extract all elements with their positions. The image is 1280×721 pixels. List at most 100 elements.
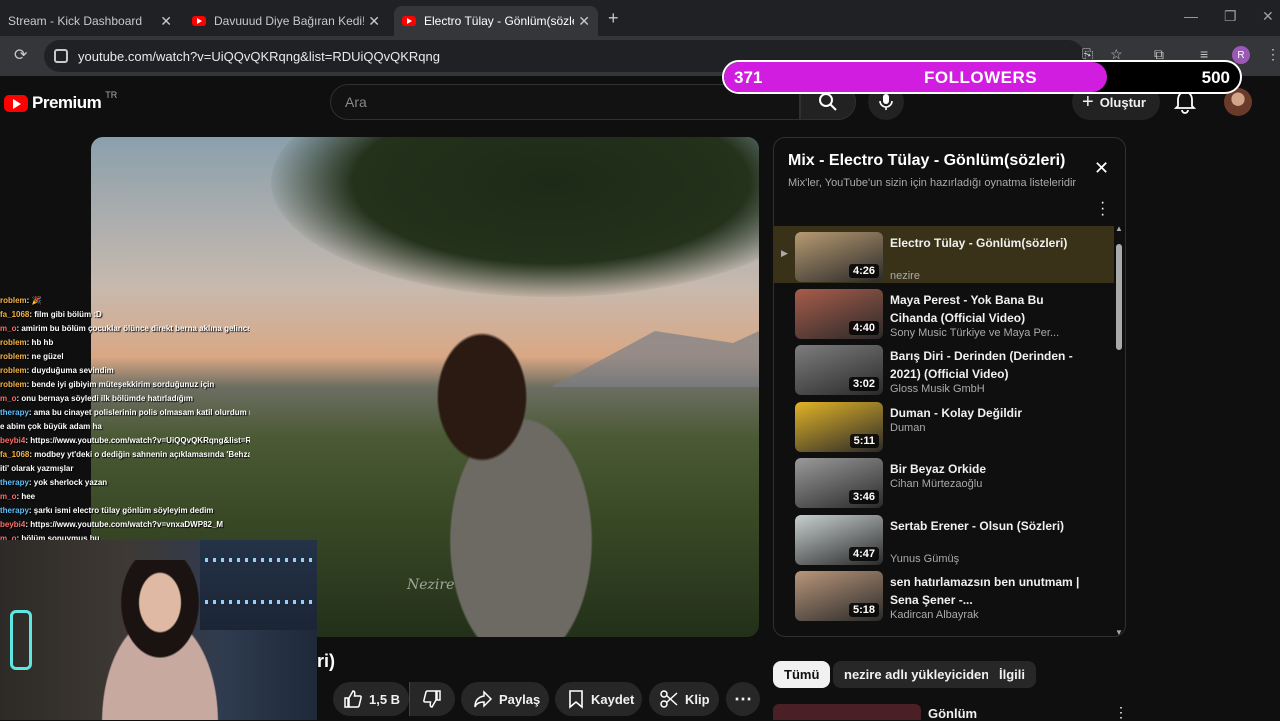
webcam-microphone — [10, 610, 32, 670]
video-thumbnail[interactable]: 5:18 — [795, 571, 883, 621]
chip-all[interactable]: Tümü — [773, 661, 831, 688]
video-title[interactable]: Sertab Erener - Olsun (Sözleri) — [890, 517, 1080, 535]
new-tab-button[interactable]: + — [608, 8, 619, 29]
more-vertical-icon[interactable]: ⋮ — [1114, 704, 1128, 721]
chat-message: m_o: amirim bu bölüm çocuklar ölünce dir… — [0, 322, 250, 336]
video-title[interactable]: Bir Beyaz Orkide — [890, 460, 1080, 478]
video-title[interactable]: Barış Diri - Derinden (Derinden - 2021) … — [890, 347, 1080, 383]
close-icon[interactable]: ✕ — [160, 13, 172, 30]
browser-menu-icon[interactable]: ⋮ — [1266, 46, 1280, 63]
share-button[interactable]: Paylaş — [461, 682, 549, 716]
playlist-subtitle: Mix'ler, YouTube'un sizin için hazırladı… — [788, 177, 1077, 189]
chat-text: : yok sherlock yazan — [28, 478, 108, 487]
reload-icon[interactable]: ⟳ — [14, 45, 27, 65]
chat-text: : bende iyi gibiyim müteşekkirim sorduğu… — [26, 380, 215, 389]
chat-username: roblem — [0, 366, 27, 375]
chat-username: m_o — [0, 324, 17, 333]
channel-name[interactable]: nezire — [890, 270, 920, 282]
more-actions-button[interactable]: ⋯ — [726, 682, 760, 716]
channel-name[interactable]: Gloss Musik GmbH — [890, 383, 985, 395]
channel-name[interactable]: Duman — [890, 422, 925, 434]
chat-text: : https://www.youtube.com/watch?v=vnxaDW… — [25, 520, 224, 529]
tab-kick-dashboard[interactable]: Stream - Kick Dashboard ✕ — [0, 6, 180, 36]
channel-name[interactable]: Sony Music Türkiye ve Maya Per... — [890, 327, 1059, 339]
scroll-down-icon[interactable]: ▼ — [1115, 628, 1123, 636]
webcam-streamer — [70, 560, 250, 720]
chat-text: : ama bu cinayet polislerinin polis olma… — [28, 408, 250, 417]
tab-electro-tulay[interactable]: Electro Tülay - Gönlüm(sözleri) ✕ — [394, 6, 598, 36]
url-text[interactable]: youtube.com/watch?v=UiQQvQKRqng&list=RDU… — [78, 49, 440, 64]
chat-username: therapy — [0, 478, 29, 487]
chat-text: : hee — [16, 492, 36, 501]
close-icon[interactable]: ✕ — [1094, 158, 1109, 179]
dislike-button[interactable] — [409, 682, 455, 716]
video-title[interactable]: Electro Tülay - Gönlüm(sözleri) — [890, 234, 1080, 252]
video-title[interactable]: Duman - Kolay Değildir — [890, 404, 1080, 422]
chat-message: e abim çok büyük adam ha — [0, 420, 250, 434]
video-title[interactable]: Maya Perest - Yok Bana Bu Cihanda (Offic… — [890, 291, 1080, 327]
playlist-item[interactable]: 4:40 Maya Perest - Yok Bana Bu Cihanda (O… — [774, 283, 1114, 340]
like-button[interactable]: 1,5 B — [333, 682, 409, 716]
tab-title: Davuuud Diye Bağıran Kedi!! İz — [214, 14, 364, 28]
more-vertical-icon[interactable]: · · · — [1100, 195, 1105, 223]
scroll-up-icon[interactable]: ▲ — [1115, 224, 1123, 233]
playlist-item[interactable]: 4:47 Sertab Erener - Olsun (Sözleri) Yunus… — [774, 509, 1114, 566]
video-thumbnail[interactable]: 4:26 — [795, 232, 883, 282]
video-thumbnail[interactable]: 4:40 — [795, 288, 883, 339]
site-info-icon[interactable] — [54, 49, 68, 63]
chip-related[interactable]: İlgili — [988, 661, 1036, 688]
maximize-icon[interactable]: ❐ — [1224, 8, 1237, 25]
chat-username: beybi4 — [0, 436, 26, 445]
video-thumbnail[interactable]: 3:02 — [795, 345, 883, 395]
chat-text: : onu bernaya söyledi ilk bölümde hatırl… — [16, 394, 193, 403]
playlist-scrollbar[interactable]: ▲ ▼ — [1115, 224, 1123, 636]
minimize-icon[interactable]: — — [1184, 8, 1198, 24]
playlist-item[interactable]: 3:02 Barış Diri - Derinden (Derinden - 20… — [774, 339, 1114, 396]
chat-text: e abim çok büyük adam ha — [0, 422, 102, 431]
followers-progress-fill — [724, 62, 1107, 92]
video-thumbnail[interactable]: 3:46 — [795, 458, 883, 508]
playlist-item[interactable]: 5:18 sen hatırlamazsın ben unutmam | Sena… — [774, 565, 1114, 622]
video-thumbnail[interactable]: 5:11 — [795, 401, 883, 452]
channel-name[interactable]: Cihan Mürtezaoğlu — [890, 478, 982, 490]
more-horizontal-icon: ⋯ — [734, 688, 752, 709]
microphone-icon — [879, 94, 893, 110]
video-watermark: Nezire — [407, 577, 455, 593]
chat-username: fa_1068 — [0, 310, 30, 319]
tab-cat-video[interactable]: Davuuud Diye Bağıran Kedi!! İz ✕ — [184, 6, 388, 36]
chip-from-uploader[interactable]: nezire adlı yükleyiciden — [833, 661, 1001, 688]
browser-profile-avatar[interactable]: R — [1232, 46, 1250, 64]
playlist-item[interactable]: 5:11 Duman - Kolay Değildir Duman — [774, 396, 1114, 453]
chat-username: roblem — [0, 380, 27, 389]
youtube-play-icon — [4, 94, 28, 112]
webcam-overlay — [0, 540, 317, 720]
chat-text: : modbey yt'deki o dediğin sahnenin açık… — [29, 450, 250, 459]
next-video-title[interactable]: Gönlüm — [928, 706, 977, 721]
chat-text: : 🎉 — [26, 296, 42, 305]
chat-message: roblem: 🎉 — [0, 294, 250, 308]
chat-message: roblem: duyduğuma sevindim — [0, 364, 250, 378]
video-frame-foliage — [271, 137, 759, 297]
chat-username: therapy — [0, 408, 29, 417]
save-label: Kaydet — [591, 691, 635, 707]
tab-title: Electro Tülay - Gönlüm(sözleri) — [424, 14, 574, 28]
channel-name[interactable]: Yunus Gümüş — [890, 553, 959, 565]
search-icon — [819, 93, 837, 111]
chat-text: : ne güzel — [26, 352, 64, 361]
channel-name[interactable]: Kadircan Albayrak — [890, 609, 979, 621]
clip-button[interactable]: Klip — [649, 682, 719, 716]
youtube-logo[interactable]: Premium TR — [4, 90, 117, 113]
chat-username: m_o — [0, 492, 17, 501]
close-window-icon[interactable]: ✕ — [1262, 8, 1274, 25]
create-label: Oluştur — [1099, 94, 1146, 110]
next-video-thumbnail[interactable] — [773, 704, 921, 720]
scrollbar-thumb[interactable] — [1116, 244, 1122, 350]
video-title[interactable]: sen hatırlamazsın ben unutmam | Sena Şen… — [890, 573, 1080, 609]
playlist-item[interactable]: ▶ 4:26 Electro Tülay - Gönlüm(sözleri) nezi… — [774, 226, 1114, 283]
close-icon[interactable]: ✕ — [368, 13, 380, 30]
video-thumbnail[interactable]: 4:47 — [795, 514, 883, 565]
save-button[interactable]: Kaydet — [555, 682, 642, 716]
close-icon[interactable]: ✕ — [578, 13, 590, 30]
playlist-item[interactable]: 3:46 Bir Beyaz Orkide Cihan Mürtezaoğlu — [774, 452, 1114, 509]
chat-message: beybi4: https://www.youtube.com/watch?v=… — [0, 434, 250, 448]
